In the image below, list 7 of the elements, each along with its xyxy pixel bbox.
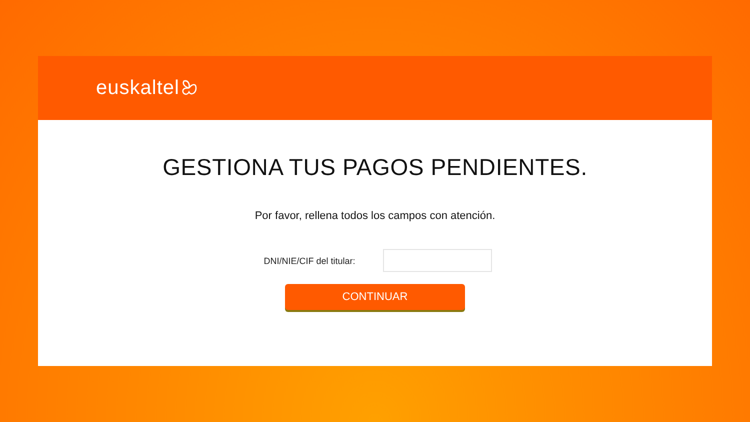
id-input-field[interactable] — [383, 249, 492, 272]
page-title: GESTIONA TUS PAGOS PENDIENTES. — [162, 154, 588, 181]
continue-button[interactable]: CONTINUAR — [285, 284, 465, 310]
instructions: Por favor, rellena todos los campos con atención. — [254, 210, 496, 222]
butterfly-logo-icon — [181, 79, 198, 97]
logo: euskaltel — [96, 76, 180, 100]
field-label: DNI/NIE/CIF del titular: — [264, 256, 356, 266]
